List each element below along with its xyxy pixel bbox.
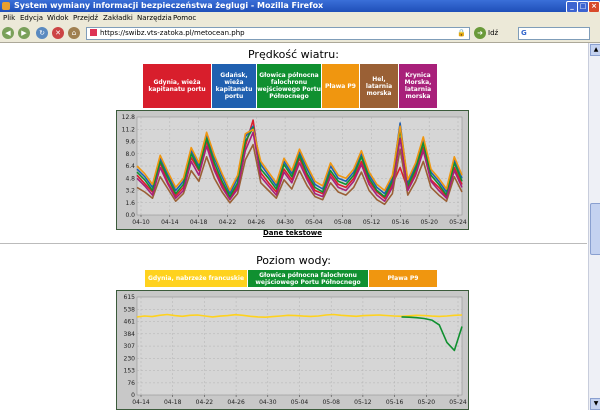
reload-icon[interactable]: ↻ [36,27,48,39]
wind-x-tick-label: 05-08 [334,219,352,226]
water-y-tick-label: 153 [124,368,136,375]
go-icon[interactable]: ➜ [474,27,486,39]
water-legend-glowica: Głowica północna falochronu wejściowego … [248,270,368,287]
forward-icon[interactable]: ▶ [18,27,30,39]
water-y-tick-label: 538 [124,306,136,313]
water-level-title: Poziom wody: [256,254,331,267]
water-x-tick-label: 04-26 [227,399,245,406]
wind-legend-hel: Hel, latarnia morska [360,64,398,108]
wind-legend-plawa: Pława P9 [322,64,359,108]
water-x-tick-label: 05-12 [354,399,372,406]
wind-y-tick-label: 9.6 [125,139,135,146]
water-x-tick-label: 05-20 [418,399,436,406]
water-x-tick-label: 05-08 [322,399,340,406]
water-y-tick-label: 307 [124,343,136,350]
water-x-tick-label: 04-30 [259,399,277,406]
stop-icon[interactable]: ✕ [52,27,64,39]
wind-x-tick-label: 04-26 [248,219,266,226]
water-x-tick-label: 05-04 [291,399,309,406]
wind-x-tick-label: 05-16 [392,219,410,226]
legend-label: Pława P9 [387,275,419,282]
menu-go[interactable]: Przejdź [73,12,98,24]
search-engine-icon: G [521,29,527,37]
wind-legend-krynica: Krynica Morska, latarnia morska [399,64,437,108]
menu-tools[interactable]: Narzędzia [137,12,172,24]
legend-label: Krynica Morska, latarnia morska [404,72,432,100]
legend-label: Gdynia, nabrzeże francuskie [147,275,245,282]
wind-x-tick-label: 04-14 [161,219,179,226]
wind-x-tick-label: 05-12 [363,219,381,226]
legend-label: Głowica północna falochronu wejściowego … [255,271,361,286]
firefox-icon [2,2,10,10]
wind-x-tick-label: 04-10 [132,219,150,226]
water-legend-plawa: Pława P9 [369,270,437,287]
scroll-thumb[interactable] [590,203,600,255]
search-input[interactable]: G [518,27,590,40]
water-level-chart: 0 76 153 230 307 384 461 538 615 04-14 04-18 04-22 0… [116,290,469,410]
wind-speed-title: Prędkość wiatru: [247,48,339,61]
wind-x-tick-label: 04-18 [190,219,208,226]
wind-y-tick-label: 3.2 [125,188,135,195]
water-y-tick-label: 461 [124,319,136,326]
address-bar[interactable]: https://swibz.vts-zatoka.pl/metocean.php… [86,27,470,40]
wind-legend-gdansk: Gdańsk, wieża kapitanatu portu [212,64,256,108]
legend-label: Pława P9 [325,82,356,90]
menu-bar: Plik Edycja Widok Przejdź Zakładki Narzę… [0,12,600,24]
wind-y-tick-label: 6.4 [125,163,135,170]
wind-y-tick-label: 1.6 [125,200,135,207]
water-legend-gdynia: Gdynia, nabrzeże francuskie [145,270,247,287]
wind-y-tick-label: 0.0 [125,212,135,219]
url-text: https://swibz.vts-zatoka.pl/metocean.php [100,29,245,37]
legend-label: Hel, latarnia morska [365,75,393,97]
wind-legend-gdynia: Gdynia, wieża kapitanatu portu [143,64,211,108]
wind-y-tick-label: 8.0 [125,151,135,158]
menu-file[interactable]: Plik [3,12,15,24]
text-data-link[interactable]: Dane tekstowe [263,229,322,237]
home-icon[interactable]: ⌂ [68,27,80,39]
menu-edit[interactable]: Edycja [20,12,43,24]
wind-x-tick-label: 05-20 [420,219,438,226]
wind-y-tick-label: 4.8 [125,175,135,182]
wind-x-tick-label: 04-30 [276,219,294,226]
water-y-tick-label: 0 [131,392,135,399]
water-x-tick-label: 05-24 [449,399,467,406]
wind-y-tick-label: 12.8 [122,114,136,121]
wind-x-tick-label: 05-04 [305,219,323,226]
wind-x-tick-label: 04-22 [219,219,237,226]
vertical-scrollbar[interactable]: ▲ ▼ [588,43,600,410]
scroll-down-icon[interactable]: ▼ [590,398,600,410]
water-y-tick-label: 384 [124,331,136,338]
water-x-tick-label: 04-18 [164,399,182,406]
wind-x-tick-label: 05-24 [449,219,467,226]
water-y-tick-label: 76 [127,380,135,387]
legend-label: Gdańsk, wieża kapitanatu portu [215,72,253,100]
water-x-tick-label: 04-14 [132,399,150,406]
window-title: System wymiany informacji bezpieczeństwa… [14,1,324,10]
menu-bookmarks[interactable]: Zakładki [103,12,133,24]
section-divider [0,243,587,244]
window-titlebar: System wymiany informacji bezpieczeństwa… [0,0,600,13]
water-y-tick-label: 615 [124,294,136,301]
legend-label: Głowica północna falochronu wejściowego … [257,72,321,100]
wind-y-tick-label: 11.2 [122,126,136,133]
back-icon[interactable]: ◀ [2,27,14,39]
menu-view[interactable]: Widok [47,12,69,24]
menu-help[interactable]: Pomoc [173,12,196,24]
water-x-tick-label: 04-22 [196,399,214,406]
go-button[interactable]: Idź [488,27,498,39]
scroll-up-icon[interactable]: ▲ [590,44,600,56]
water-y-tick-label: 230 [124,355,136,362]
water-x-tick-label: 05-16 [386,399,404,406]
lock-icon: 🔒 [457,29,466,37]
wind-legend-glowica: Głowica północna falochronu wejściowego … [257,64,321,108]
site-favicon-icon [90,29,97,36]
wind-speed-chart: 0.0 1.6 3.2 4.8 6.4 8.0 9.6 11.2 12.8 04-10 04-14 0… [116,110,469,230]
legend-label: Gdynia, wieża kapitanatu portu [148,79,206,93]
navigation-toolbar: ◀ ▶ ↻ ✕ ⌂ https://swibz.vts-zatoka.pl/me… [0,24,600,43]
